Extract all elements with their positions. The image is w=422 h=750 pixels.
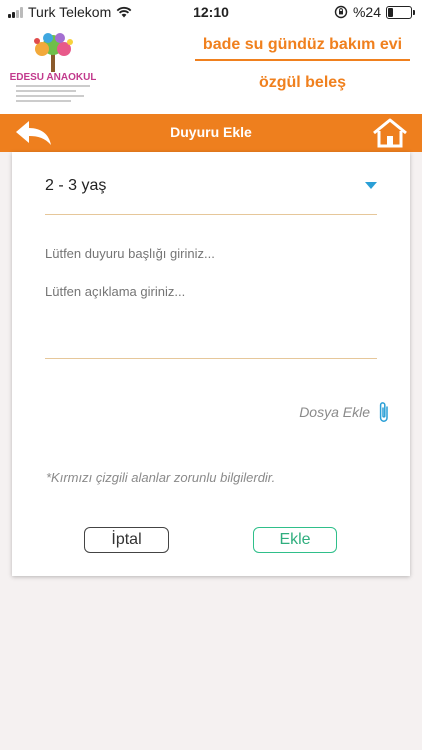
school-name: bade su gündüz bakım evi [195,36,410,61]
status-right: %24 [334,4,415,20]
battery-icon [386,5,415,19]
announcement-form-card: 2 - 3 yaş Dosya Ekle *Kırmızı çizgili al… [12,152,410,576]
required-fields-note: *Kırmızı çizgili alanlar zorunlu bilgile… [46,470,276,485]
attach-file-button[interactable]: Dosya Ekle [299,400,390,424]
announcement-description-input[interactable] [45,276,377,359]
status-bar: Turk Telekom 12:10 %24 [0,0,422,24]
nav-bar: Duyuru Ekle [0,114,422,152]
cancel-button[interactable]: İptal [84,527,169,553]
announcement-title-input[interactable] [45,246,377,261]
age-group-value: 2 - 3 yaş [45,177,107,194]
paperclip-icon [379,402,388,422]
caret-down-icon [365,182,377,189]
home-icon [373,118,407,148]
user-name: özgül beleş [258,74,347,91]
add-button[interactable]: Ekle [253,527,337,553]
attach-file-label: Dosya Ekle [299,404,370,420]
school-logo: BEDESU ANAOKULU [10,33,96,102]
battery-percent: %24 [352,4,381,20]
app-header: BEDESU ANAOKULU bade su gündüz bakım evi… [0,24,422,114]
svg-text:BEDESU ANAOKULU: BEDESU ANAOKULU [10,72,96,83]
page-title: Duyuru Ekle [170,124,252,140]
rotation-lock-icon [334,5,348,19]
home-button[interactable] [372,118,408,148]
age-group-select[interactable]: 2 - 3 yaş [45,168,377,215]
